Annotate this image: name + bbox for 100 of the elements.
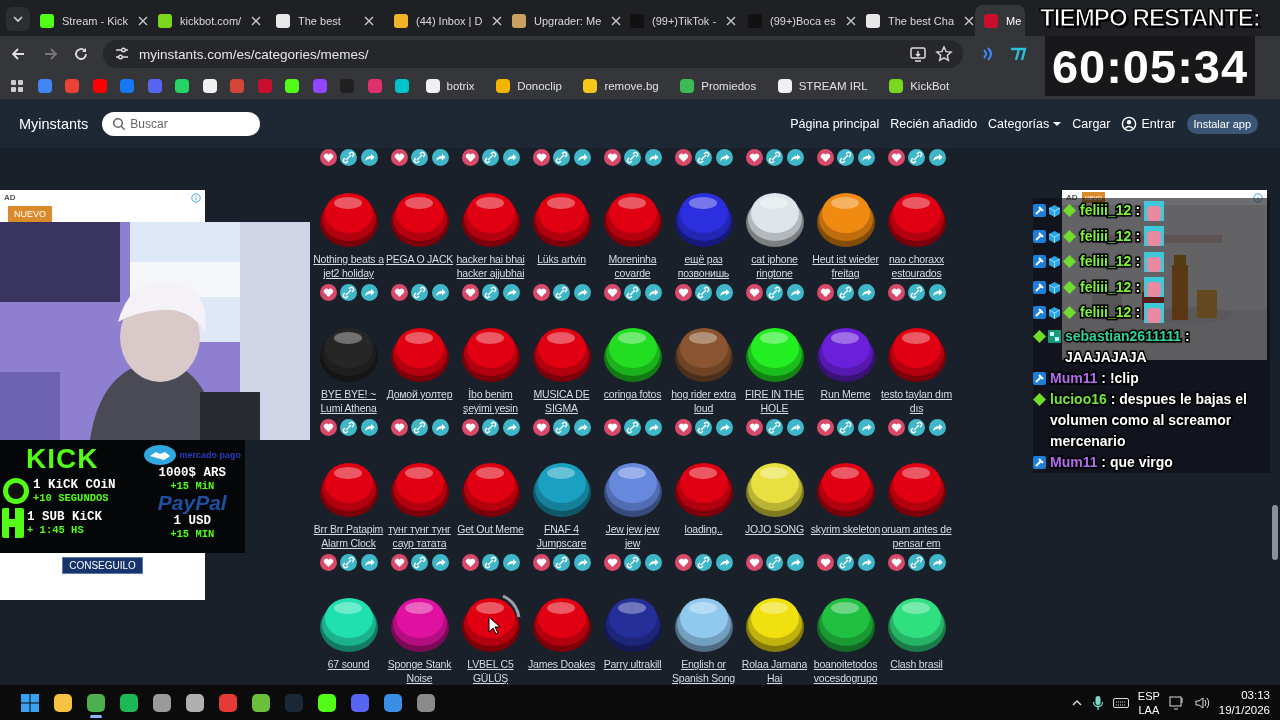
bookmark-link[interactable]: Promiedos [679,77,757,94]
clock[interactable]: 03:13 19/1/2026 [1218,687,1270,718]
favorite-icon[interactable] [532,418,550,436]
sound-title-link[interactable]: Clash brasil [881,657,952,685]
bookmark-icon[interactable] [394,77,410,94]
volume-icon[interactable] [1193,694,1210,711]
sound-title-link[interactable]: James Doakes [526,657,597,685]
star-icon[interactable] [935,45,953,63]
sound-title-link[interactable]: Moreninha covarde [597,252,668,280]
bookmark-icon[interactable] [174,77,190,94]
browser-tab[interactable]: (99+)Boca es [739,5,857,36]
share-icon[interactable] [857,283,875,301]
share-icon[interactable] [715,148,733,166]
link-icon[interactable] [624,418,641,436]
favorite-icon[interactable] [745,148,763,166]
sound-title-link[interactable]: testo taylan dım dıs [881,387,952,415]
link-icon[interactable] [837,148,854,166]
sound-title-link[interactable]: coringa fotos [597,387,668,415]
favorite-icon[interactable] [319,418,337,436]
bookmark-link[interactable]: STREAM IRL [776,77,868,94]
sound-title-link[interactable]: skyrim skeleton [810,522,881,550]
share-icon[interactable] [928,283,946,301]
share-icon[interactable] [928,148,946,166]
sound-title-link[interactable]: nao choraxx estourados [881,252,952,280]
sound-title-link[interactable]: Heut ist wieder freitag [810,252,881,280]
share-icon[interactable] [644,283,662,301]
sound-title-link[interactable]: LVBEL C5 GÜLÜŞ [455,657,526,685]
favorite-icon[interactable] [603,418,621,436]
share-icon[interactable] [786,418,804,436]
link-icon[interactable] [908,553,925,571]
browser-tab[interactable]: kickbot.com/ [149,5,267,36]
network-icon[interactable] [1168,694,1185,711]
link-icon[interactable] [482,283,499,301]
favorite-icon[interactable] [887,553,905,571]
share-icon[interactable] [360,148,378,166]
link-icon[interactable] [340,283,357,301]
sound-title-link[interactable]: cat iphone ringtone [739,252,810,280]
chat-username[interactable]: feliii_12 [1080,300,1132,326]
share-icon[interactable] [431,283,449,301]
sound-title-link[interactable]: hog rider extra loud [668,387,739,415]
sound-title-link[interactable]: İbo benim şeyimi yesin [455,387,526,415]
link-icon[interactable] [553,553,570,571]
favorite-icon[interactable] [745,553,763,571]
share-icon[interactable] [644,418,662,436]
microphone-icon[interactable] [1091,694,1104,711]
share-icon[interactable] [431,418,449,436]
share-icon[interactable] [431,148,449,166]
link-icon[interactable] [766,148,783,166]
link-icon[interactable] [340,553,357,571]
link-icon[interactable] [553,418,570,436]
link-icon[interactable] [908,283,925,301]
sound-title-link[interactable]: Parry ultrakill [597,657,668,685]
favorite-icon[interactable] [674,283,692,301]
keyboard-icon[interactable] [1112,696,1129,709]
share-icon[interactable] [573,418,591,436]
favorite-icon[interactable] [674,148,692,166]
favorite-icon[interactable] [745,283,763,301]
link-icon[interactable] [837,418,854,436]
sound-title-link[interactable]: MUSICA DE SIGMA [526,387,597,415]
nav-link[interactable]: Cargar [1072,117,1111,131]
share-icon[interactable] [573,553,591,571]
sound-title-link[interactable]: FIRE IN THE HOLE [739,387,810,415]
favorite-icon[interactable] [816,553,834,571]
sound-title-link[interactable]: Lüks artvin [526,252,597,280]
sound-title-link[interactable]: boanoitetodos vocesdogrupo [810,657,881,685]
sound-title-link[interactable]: 67 sound [313,657,384,685]
favorite-icon[interactable] [674,553,692,571]
nav-link[interactable]: Página principal [790,117,880,131]
link-icon[interactable] [908,418,925,436]
extension-icon[interactable] [1009,45,1027,63]
apps-icon[interactable] [9,77,25,94]
ad-cta-button[interactable]: CONSEGUILO [62,557,143,574]
sound-title-link[interactable]: oruam antes de pensar em [881,522,952,550]
share-icon[interactable] [857,553,875,571]
share-icon[interactable] [360,418,378,436]
bookmark-link[interactable]: remove.bg [582,77,659,94]
link-icon[interactable] [340,148,357,166]
link-icon[interactable] [695,148,712,166]
bookmark-link[interactable]: Donoclip [495,77,562,94]
share-icon[interactable] [502,418,520,436]
share-icon[interactable] [502,283,520,301]
tab-search-button[interactable] [6,7,30,31]
link-icon[interactable] [766,553,783,571]
favorite-icon[interactable] [319,283,337,301]
browser-tab[interactable]: (44) Inbox | D [385,5,503,36]
link-icon[interactable] [624,283,641,301]
link-icon[interactable] [766,418,783,436]
favorite-icon[interactable] [603,553,621,571]
sound-title-link[interactable]: JOJO SONG [739,522,810,550]
browser-tab[interactable]: The best Cha [857,5,975,36]
favorite-icon[interactable] [461,418,479,436]
browser-tab[interactable]: Stream - Kick [31,5,149,36]
link-icon[interactable] [411,418,428,436]
language-indicator[interactable]: ESP LAA [1137,688,1160,717]
info-icon[interactable] [1253,192,1263,203]
share-icon[interactable] [786,148,804,166]
browser-tab[interactable]: Me [975,5,1026,36]
sound-title-link[interactable]: PEGA O JACK [384,252,455,280]
share-icon[interactable] [715,553,733,571]
sound-title-link[interactable]: Brr Brr Patapim Alarm Clock [313,522,384,550]
